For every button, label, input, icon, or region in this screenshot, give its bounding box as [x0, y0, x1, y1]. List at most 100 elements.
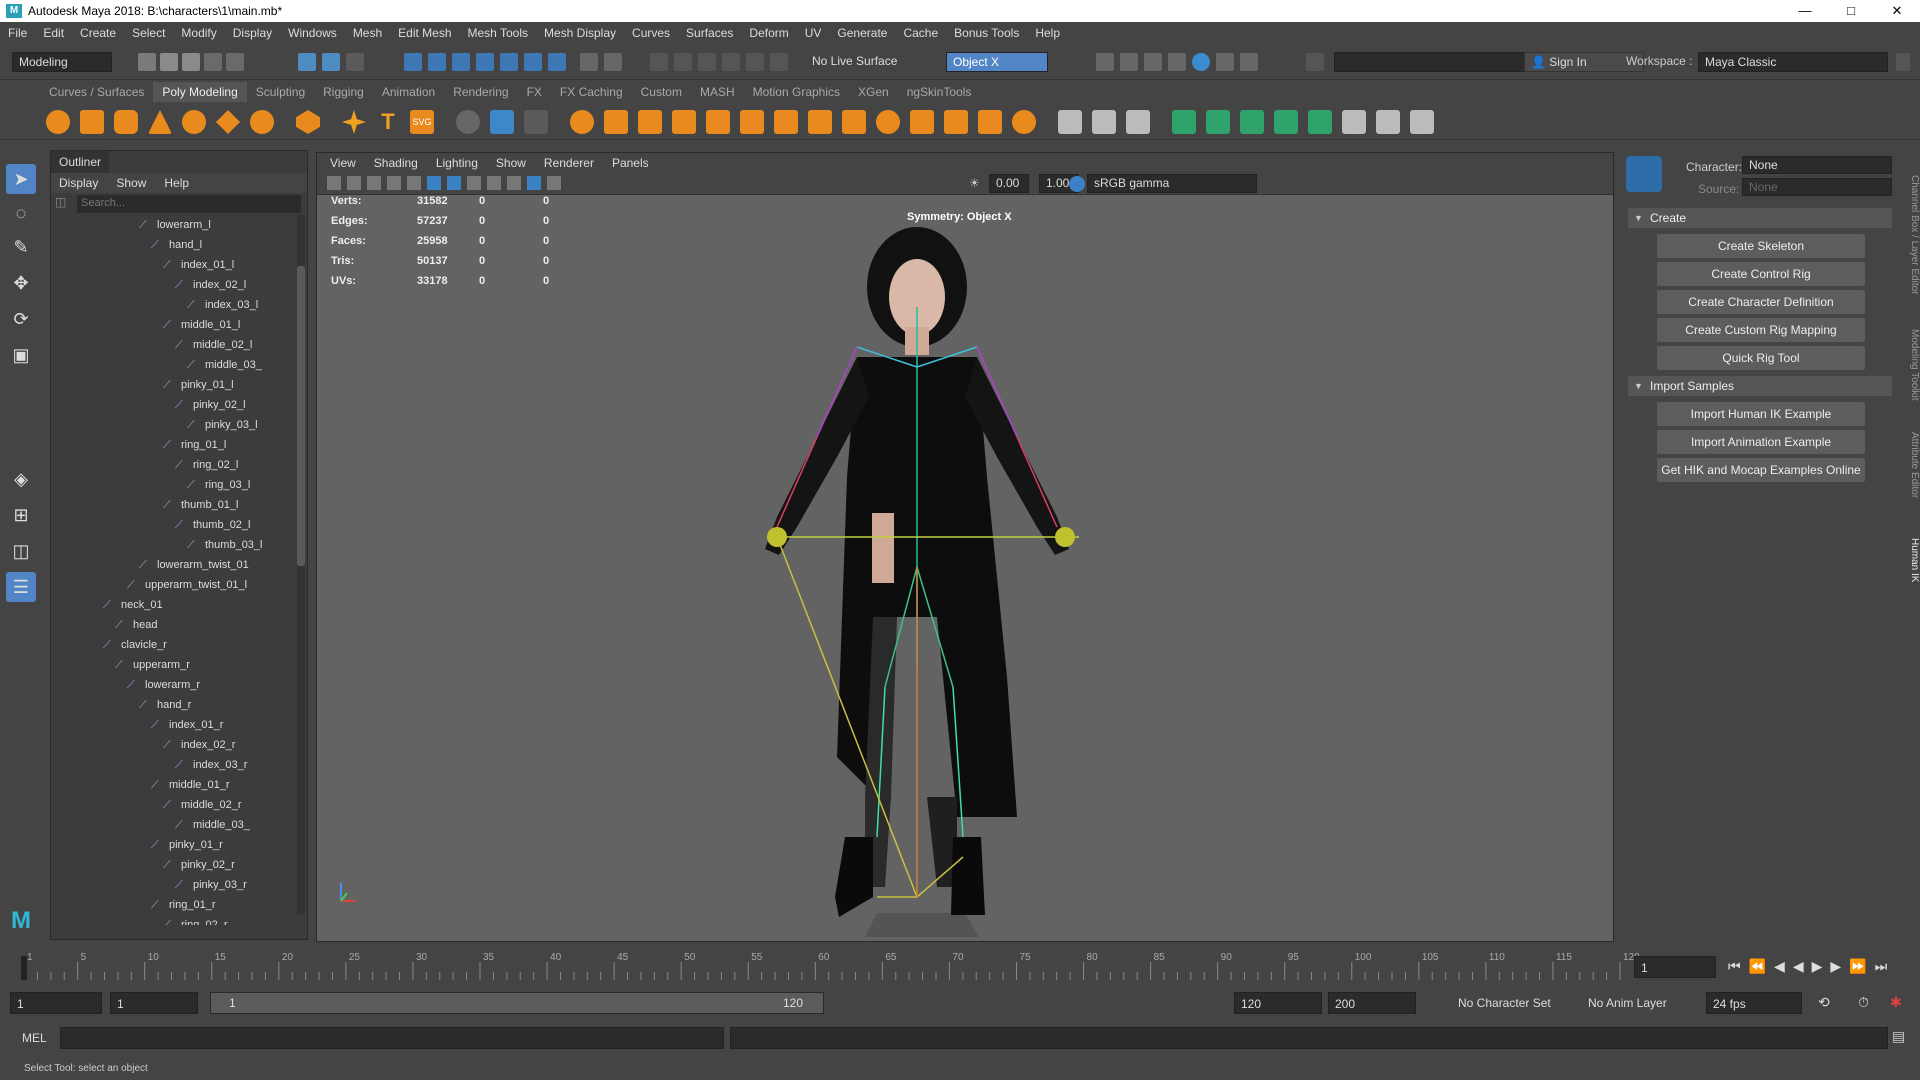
- snap-point-icon[interactable]: [452, 53, 470, 71]
- playback-start-field[interactable]: 1: [110, 992, 198, 1014]
- textured-icon[interactable]: [467, 176, 481, 190]
- shelf-tab-curves-surfaces[interactable]: Curves / Surfaces: [40, 82, 153, 102]
- lock-workspace-icon[interactable]: [1896, 53, 1910, 71]
- step-forward-key-icon[interactable]: ⏩: [1849, 958, 1866, 975]
- two-panes-layout-icon[interactable]: ◫: [6, 536, 36, 566]
- paint-select-tool-icon[interactable]: ✎: [6, 232, 36, 262]
- spherical-mapping-icon[interactable]: [1240, 110, 1264, 134]
- outliner-item[interactable]: ⟋ pinky_02_r: [163, 855, 235, 875]
- quick-rig-tool-button[interactable]: Quick Rig Tool: [1657, 346, 1865, 370]
- outliner-item[interactable]: ⟋ pinky_01_r: [151, 835, 223, 855]
- image-plane-icon[interactable]: [387, 176, 401, 190]
- outliner-item[interactable]: ⟋ middle_02_l: [175, 335, 252, 355]
- snap-live-icon[interactable]: [500, 53, 518, 71]
- outliner-item[interactable]: ⟋ middle_01_l: [163, 315, 240, 335]
- outliner-item[interactable]: ⟋ pinky_03_l: [187, 415, 258, 435]
- shelf-tab-motion-graphics[interactable]: Motion Graphics: [744, 82, 849, 102]
- outliner-menu-help[interactable]: Help: [164, 175, 189, 191]
- type-tool-icon[interactable]: T: [376, 110, 400, 134]
- transfer-attributes-icon[interactable]: [1376, 110, 1400, 134]
- xray-joints-icon[interactable]: [527, 176, 541, 190]
- go-to-end-icon[interactable]: ⏭: [1875, 958, 1888, 975]
- outliner-search-input[interactable]: Search...: [77, 195, 301, 213]
- lock-icon[interactable]: [580, 53, 598, 71]
- character-dropdown[interactable]: None: [1742, 156, 1892, 174]
- viewport-panel[interactable]: View Shading Lighting Show Renderer Panels ☀ …: [316, 152, 1614, 942]
- open-scene-icon[interactable]: [160, 53, 178, 71]
- platonic-solid-icon[interactable]: [296, 110, 320, 134]
- outliner-item[interactable]: ⟋ lowerarm_r: [127, 675, 200, 695]
- input-ops-icon[interactable]: [650, 53, 668, 71]
- shelf-tab-fx-caching[interactable]: FX Caching: [551, 82, 632, 102]
- wireframe-icon[interactable]: [427, 176, 441, 190]
- menu-mesh-display[interactable]: Mesh Display: [536, 22, 624, 44]
- undo-icon[interactable]: [204, 53, 222, 71]
- human-ik-tab[interactable]: Human IK: [1900, 530, 1920, 590]
- menu-modify[interactable]: Modify: [173, 22, 224, 44]
- outliner-item[interactable]: ⟋ pinky_02_l: [175, 395, 246, 415]
- offset-edge-loop-icon[interactable]: [1126, 110, 1150, 134]
- outliner-item[interactable]: ⟋ ring_01_r: [151, 895, 215, 915]
- outliner-item[interactable]: ⟋ middle_03_: [175, 815, 250, 835]
- close-button[interactable]: ✕: [1874, 0, 1920, 22]
- shelf-tab-custom[interactable]: Custom: [632, 82, 691, 102]
- menu-curves[interactable]: Curves: [624, 22, 678, 44]
- outliner-item[interactable]: ⟋ middle_01_r: [151, 775, 230, 795]
- outliner-item[interactable]: ⟋ ring_02_l: [175, 455, 238, 475]
- extrude-icon[interactable]: [774, 110, 798, 134]
- live-surface-label[interactable]: No Live Surface: [806, 52, 906, 72]
- outliner-menu-display[interactable]: Display: [59, 175, 98, 191]
- menu-edit-mesh[interactable]: Edit Mesh: [390, 22, 459, 44]
- play-forward-icon[interactable]: ▶: [1812, 958, 1823, 975]
- menu-edit[interactable]: Edit: [35, 22, 72, 44]
- shelf-tab-ngskintools[interactable]: ngSkinTools: [898, 82, 981, 102]
- camera-attributes-icon[interactable]: [347, 176, 361, 190]
- separate-icon[interactable]: [604, 110, 628, 134]
- auto-key-icon[interactable]: ⏱: [1858, 994, 1869, 1011]
- character-set-dropdown[interactable]: No Character Set: [1452, 992, 1576, 1014]
- single-perspective-layout-icon[interactable]: ◈: [6, 464, 36, 494]
- outliner-item[interactable]: ⟋ index_02_l: [175, 275, 246, 295]
- step-back-frame-icon[interactable]: ◀︎: [1774, 958, 1785, 975]
- create-control-rig-button[interactable]: Create Control Rig: [1657, 262, 1865, 286]
- render-settings-icon[interactable]: [722, 53, 740, 71]
- create-character-definition-button[interactable]: Create Character Definition: [1657, 290, 1865, 314]
- bridge-icon[interactable]: [842, 110, 866, 134]
- modeling-toolkit-tab[interactable]: Modeling Toolkit: [1900, 320, 1920, 410]
- outliner-item[interactable]: ⟋ index_02_r: [163, 735, 235, 755]
- outliner-item[interactable]: ⟋ pinky_03_r: [175, 875, 247, 895]
- cylindrical-mapping-icon[interactable]: [1206, 110, 1230, 134]
- menu-deform[interactable]: Deform: [741, 22, 796, 44]
- animation-end-field[interactable]: 200: [1328, 992, 1416, 1014]
- svg-tool-icon[interactable]: SVG: [410, 110, 434, 134]
- menu-mesh[interactable]: Mesh: [345, 22, 390, 44]
- bookmark-icon[interactable]: [367, 176, 381, 190]
- create-skeleton-button[interactable]: Create Skeleton: [1657, 234, 1865, 258]
- move-tool-icon[interactable]: ✥: [6, 268, 36, 298]
- pause-icon[interactable]: [1240, 53, 1258, 71]
- ipr-icon[interactable]: [746, 53, 764, 71]
- animation-start-field[interactable]: 1: [10, 992, 102, 1014]
- shelf-tab-sculpting[interactable]: Sculpting: [247, 82, 314, 102]
- shadows-icon[interactable]: [507, 176, 521, 190]
- go-to-start-icon[interactable]: ⏮: [1728, 958, 1741, 975]
- create-section-header[interactable]: Create: [1628, 208, 1892, 228]
- collapse-icon[interactable]: [978, 110, 1002, 134]
- workspace-dropdown[interactable]: Maya Classic: [1698, 52, 1888, 72]
- import-samples-section-header[interactable]: Import Samples: [1628, 376, 1892, 396]
- outliner-menu-show[interactable]: Show: [116, 175, 146, 191]
- import-human-ik-example-button[interactable]: Import Human IK Example: [1657, 402, 1865, 426]
- poly-cube-icon[interactable]: [80, 110, 104, 134]
- shelf-tab-rendering[interactable]: Rendering: [444, 82, 517, 102]
- preferences-icon[interactable]: ✱: [1890, 994, 1902, 1011]
- poly-plane-icon[interactable]: [216, 110, 240, 134]
- menu-create[interactable]: Create: [72, 22, 124, 44]
- snap-grid-icon[interactable]: [404, 53, 422, 71]
- new-scene-icon[interactable]: [138, 53, 156, 71]
- shelf-tab-mash[interactable]: MASH: [691, 82, 744, 102]
- minimize-button[interactable]: —: [1782, 0, 1828, 22]
- menu-generate[interactable]: Generate: [829, 22, 895, 44]
- smooth-icon[interactable]: [672, 110, 696, 134]
- menu-bonus-tools[interactable]: Bonus Tools: [946, 22, 1027, 44]
- target-weld-icon[interactable]: [1012, 110, 1036, 134]
